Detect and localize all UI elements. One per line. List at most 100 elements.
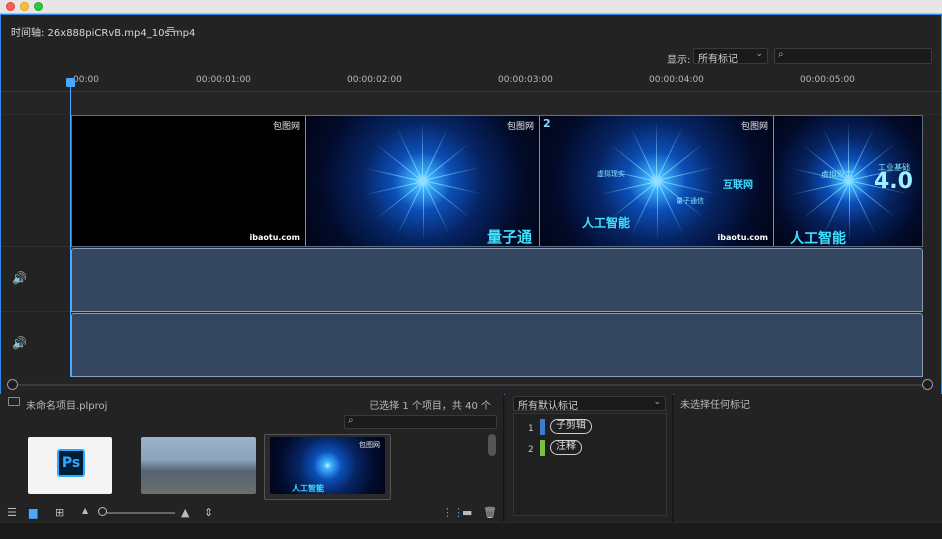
clip-frame-2[interactable]: 包图网 量子通 [306,116,540,246]
photoshop-logo: Ps [57,449,85,477]
marker-type-value: 所有默认标记 [518,401,578,412]
project-scrollbar[interactable] [488,434,496,456]
light-streak [656,180,684,236]
light-streak [655,121,657,181]
clip-label: 互联网 [723,180,753,191]
clip-frame-3[interactable]: 2 包图网 虚拟现实 互联网 量子通信 人工智能 ibaotu.com [540,116,774,246]
clip-overlay-text: 人工智能 [582,216,631,230]
project-search-input[interactable]: ⌕ [344,415,497,429]
ruler-label: 00:00:02:00 [347,75,402,85]
zoom-in-icon[interactable]: ▲ [181,506,189,519]
marker-label-pill[interactable]: 注释 [550,440,582,455]
marker-color-swatch [540,419,545,435]
clip-frame-4[interactable]: 虚拟现实 工业基础 4.0 人工智能 [774,116,922,246]
search-icon: ⌕ [348,415,354,426]
bottom-strip [0,522,942,539]
light-streak [629,126,657,182]
zoom-window-button[interactable] [34,2,43,11]
marker-label-pill[interactable]: 子剪辑 [550,419,592,434]
light-streak [655,126,683,181]
playhead-line [70,85,71,377]
thumb-image [141,437,256,494]
thumb-zoom-track[interactable] [103,512,175,514]
scroll-handle-left[interactable] [7,379,18,390]
automate-icon[interactable]: ⋮⋮ [442,506,464,519]
thumb-watermark: 包图网 [359,441,380,449]
ruler-spacer [1,92,941,115]
marker-index: 2 [528,445,534,455]
light-streak [422,181,424,241]
timeline-search-input[interactable]: ⌕ [774,48,932,64]
clip-overlay-text: 量子通 [487,228,533,246]
ruler-label: 00:00:04:00 [649,75,704,85]
project-icon [8,397,20,406]
speaker-icon[interactable]: 🔊 [12,271,27,285]
list-view-icon[interactable]: ☰ [7,506,17,519]
markers-panel: 所有默认标记 ⌄ 1 子剪辑 2 注释 [505,394,673,522]
light-streak [395,126,423,182]
marker-filter-select[interactable]: 所有标记 ⌄ [693,48,768,65]
new-bin-icon[interactable]: ▬ [462,506,472,519]
light-streak [656,181,658,241]
light-streak [630,181,658,236]
clip-site-text: ibaotu.com [249,233,301,242]
clip-watermark: 包图网 [272,122,300,132]
speaker-icon[interactable]: 🔊 [12,336,27,350]
minimize-window-button[interactable] [20,2,29,11]
panel-menu-icon[interactable]: ≡ [166,23,175,36]
marker-index: 1 [528,424,534,434]
light-streak [848,181,850,241]
marker-list: 1 子剪辑 2 注释 [513,413,667,516]
project-count: 已选择 1 个项目，共 40 个 [369,401,491,412]
clip-overlay-text: 人工智能 [790,231,846,246]
marker-filter-value: 所有标记 [698,54,738,65]
search-icon: ⌕ [778,49,784,60]
window-titlebar [0,0,942,14]
ruler-label: 00:00:03:00 [498,75,553,85]
chevron-down-icon: ⌄ [653,397,661,407]
audio-track-header-1: 🔊 [1,247,71,312]
clip-watermark: 包图网 [740,122,768,132]
ruler-label: 00:00:05:00 [800,75,855,85]
thumb-image: Ps [28,437,112,494]
light-streak [421,121,423,181]
light-streak [422,180,450,236]
ruler-label: 00:00 [73,75,99,85]
icon-view-icon[interactable]: ▆ [29,506,37,519]
filter-label: 显示: [667,55,691,66]
zoom-out-icon[interactable]: ▲ [82,506,88,515]
light-streak [396,181,424,236]
thumb-overlay: 人工智能 [292,484,324,493]
scroll-track [18,384,926,386]
light-streak [848,180,876,236]
video-track-header [1,116,71,247]
marker-color-swatch [540,440,545,456]
close-window-button[interactable] [6,2,15,11]
scroll-handle-right[interactable] [922,379,933,390]
clip-number: 2 [543,117,551,130]
clip-frame-1[interactable]: 包图网 ibaotu.com [72,116,306,246]
audio-track-header-2: 🔊 [1,312,71,377]
clip-watermark: 包图网 [506,122,534,132]
thumb-zoom-slider[interactable] [98,507,107,516]
freeform-view-icon[interactable]: ⊞ [55,506,64,519]
audio-track-2[interactable] [71,313,923,377]
clip-site-text: ibaotu.com [717,233,769,242]
sort-icon[interactable]: ⇕ [204,506,213,519]
audio-track-1[interactable] [71,248,923,312]
track-headers: 🔊 🔊 [1,116,71,377]
timeline-panel: 时间轴: 26x888piCRvB.mp4_10s.mp4 ≡ 显示: 所有标记… [0,14,942,395]
video-track[interactable]: 包图网 ibaotu.com 包图网 量子通 2 包图网 虚拟现实 互联网 量子… [71,115,923,247]
marker-type-select[interactable]: 所有默认标记 ⌄ [513,396,666,412]
timeline-scrollbar[interactable] [4,377,938,393]
marker-info-panel: 未选择任何标记 [674,394,942,522]
thumb-image: 包图网 人工智能 [270,437,385,494]
trash-icon[interactable]: 🗑 [483,506,497,519]
ruler-label: 00:00:01:00 [196,75,251,85]
project-panel: 未命名项目.plproj 已选择 1 个项目，共 40 个 ⌕ Ps 包图网 人… [0,394,504,522]
no-marker-text: 未选择任何标记 [680,400,750,411]
project-title: 未命名项目.plproj [26,401,108,412]
light-streak [847,121,849,181]
light-streak [421,126,449,181]
chevron-down-icon: ⌄ [755,49,763,59]
